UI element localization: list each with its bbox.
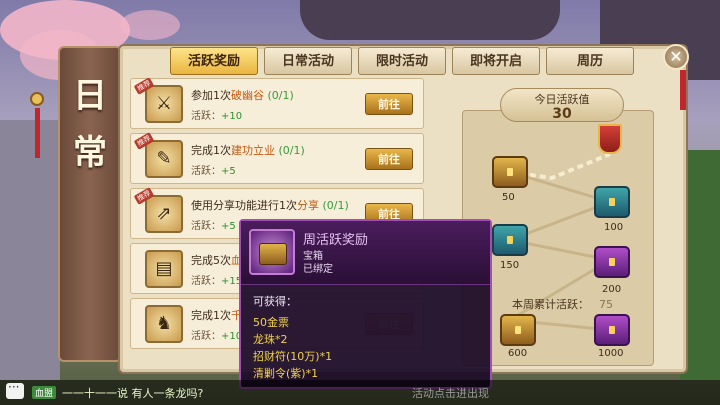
crossed-swords-icon: ⚔	[145, 85, 183, 123]
task-title: 完成1次建功立业 (0/1)	[191, 144, 305, 157]
chest-value: 150	[500, 260, 520, 271]
task-row: ✎ 推荐 完成1次建功立业 (0/1) 活跃：+5 前往	[130, 132, 424, 184]
task-title: 完成1次千	[191, 309, 242, 322]
task-reward: 活跃：+5	[191, 166, 236, 177]
task-reward: 活跃：+15	[191, 276, 243, 287]
chat-message: 一一十一一说 有人一条龙吗?	[62, 387, 204, 400]
daily-activity-header: 今日活跃值 30	[500, 88, 624, 122]
daily-activity-label: 今日活跃值	[534, 93, 590, 106]
chest-600[interactable]	[500, 314, 536, 346]
task-reward: 活跃：+5	[191, 221, 236, 232]
chest-1000[interactable]	[594, 314, 630, 346]
task-title: 完成5次血	[191, 254, 242, 267]
task-reward: 活跃：+10	[191, 331, 243, 342]
pavilion-roof	[300, 0, 560, 40]
chest-value: 200	[602, 284, 622, 295]
reward-tooltip: 周活跃奖励 宝箱 已绑定 可获得： 50金票 龙珠*2 招财符(10万)*1 清…	[239, 219, 492, 389]
share-icon: ⇗	[145, 195, 183, 233]
chat-channel-badge: 血盟	[32, 386, 57, 399]
reward-item: 龙珠*2	[253, 333, 288, 346]
chest-value: 50	[502, 192, 515, 203]
tab-daily-activity[interactable]: 日常活动	[264, 47, 352, 75]
chest-150[interactable]	[492, 224, 528, 256]
weekly-activity-value: 75	[599, 298, 613, 311]
tab-bar: 活跃奖励 日常活动 限时活动 即将开启 周历	[170, 47, 634, 75]
flag-marker-icon	[598, 124, 622, 154]
tooltip-title: 周活跃奖励	[303, 233, 369, 248]
tab-weekly-calendar[interactable]: 周历	[546, 47, 634, 75]
chest-value: 1000	[598, 348, 624, 359]
stone-wall	[0, 120, 60, 380]
reward-item: 招财符(10万)*1	[253, 350, 333, 363]
task-title: 参加1次破幽谷 (0/1)	[191, 89, 294, 102]
tab-coming-soon[interactable]: 即将开启	[452, 47, 540, 75]
close-icon: ✕	[669, 47, 683, 66]
scroll-icon: ✎	[145, 140, 183, 178]
task-reward: 活跃：+10	[191, 111, 243, 122]
task-row: ⚔ 推荐 参加1次破幽谷 (0/1) 活跃：+10 前往	[130, 78, 424, 129]
horse-icon: ♞	[145, 305, 183, 343]
chest-200[interactable]	[594, 246, 630, 278]
daily-title-banner: 日 常	[58, 46, 122, 362]
daily-activity-value: 30	[552, 106, 572, 122]
obtain-label: 可获得：	[253, 295, 297, 308]
go-button[interactable]: 前往	[365, 93, 413, 115]
chat-bubble-icon[interactable]	[6, 380, 24, 399]
go-button[interactable]: 前往	[365, 148, 413, 170]
chest-value: 600	[508, 348, 528, 359]
coin-charm-icon	[30, 92, 44, 106]
reward-item: 50金票	[253, 316, 289, 329]
title-char: 常	[73, 133, 107, 173]
chat-bar[interactable]: 血盟 一一十一一说 有人一条龙吗? 活动点击进出现	[0, 380, 720, 405]
tab-active-reward[interactable]: 活跃奖励	[170, 47, 258, 75]
treasure-chest-icon	[249, 229, 295, 275]
banner-icon: ▤	[145, 250, 183, 288]
title-char: 日	[73, 76, 107, 116]
task-title: 使用分享功能进行1次分享 (0/1)	[191, 199, 349, 212]
cherry-blossom	[120, 10, 180, 40]
tooltip-body: 可获得： 50金票 龙珠*2 招财符(10万)*1 清剿令(紫)*1	[253, 293, 332, 382]
chat-system-hint: 活动点击进出现	[412, 387, 489, 400]
red-ribbon	[680, 70, 686, 110]
tooltip-bound-status: 已绑定	[303, 264, 333, 275]
chest-value: 100	[604, 222, 624, 233]
close-button[interactable]: ✕	[663, 44, 689, 70]
chest-50[interactable]	[492, 156, 528, 188]
weekly-activity-row: 本周累计活跃： 75	[468, 296, 648, 314]
red-tassel	[35, 108, 40, 158]
weekly-activity-label: 本周累计活跃：	[512, 298, 589, 311]
chest-100[interactable]	[594, 186, 630, 218]
tooltip-header: 周活跃奖励 宝箱 已绑定	[241, 221, 490, 285]
tab-limited-activity[interactable]: 限时活动	[358, 47, 446, 75]
